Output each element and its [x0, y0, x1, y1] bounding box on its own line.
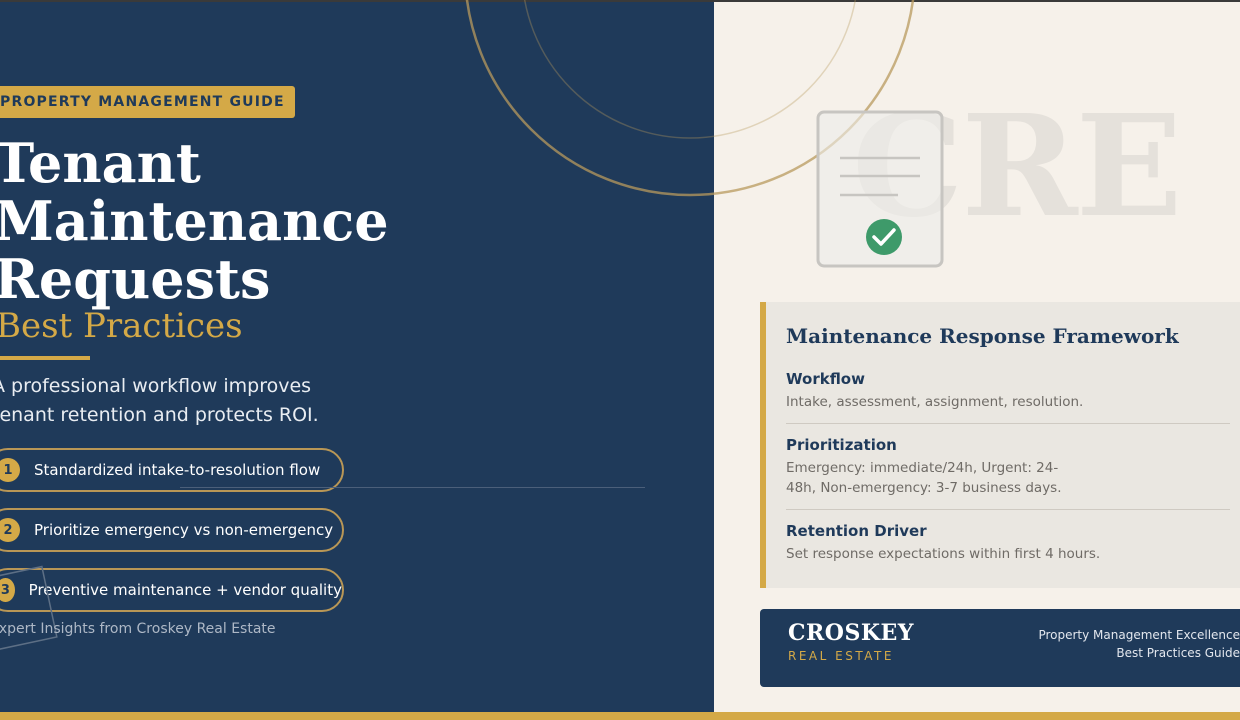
- point-number-badge: 2: [0, 518, 20, 542]
- footer-guide-label: Best Practices Guide: [1116, 646, 1240, 660]
- bottom-accent-bar: [0, 712, 1240, 720]
- decorative-square: [0, 565, 58, 651]
- hero-panel: PROPERTY MANAGEMENT GUIDE Tenant Mainten…: [0, 2, 714, 712]
- document-check-icon: [816, 110, 944, 268]
- accent-rule: [0, 356, 90, 360]
- section-heading: Workflow: [786, 370, 865, 388]
- key-point: 2 Prioritize emergency vs non-emergency: [0, 508, 344, 552]
- section-heading: Prioritization: [786, 436, 897, 454]
- section-body: Emergency: immediate/24h, Urgent: 24-48h…: [786, 460, 1062, 496]
- footer-tagline: Property Management Excellence: [1038, 628, 1240, 642]
- framework-section: Workflow Intake, assessment, assignment,…: [786, 370, 1230, 412]
- divider: [180, 487, 645, 488]
- section-divider: [786, 423, 1230, 424]
- section-body: Intake, assessment, assignment, resoluti…: [786, 394, 1084, 410]
- card-accent-bar: [760, 302, 766, 588]
- title-line: Requests: [0, 247, 271, 311]
- framework-section: Prioritization Emergency: immediate/24h,…: [786, 436, 1230, 498]
- page-subtitle: Best Practices: [0, 306, 243, 346]
- brand-footer: CROSKEY REAL ESTATE Property Management …: [760, 609, 1240, 687]
- title-line: Maintenance: [0, 189, 389, 253]
- framework-card: Maintenance Response Framework Workflow …: [760, 302, 1240, 588]
- description: A professional workflow improves tenant …: [0, 375, 319, 426]
- page-title: Tenant Maintenance Requests: [0, 134, 389, 308]
- title-line: Tenant: [0, 131, 201, 195]
- key-point: 1 Standardized intake-to-resolution flow: [0, 448, 344, 492]
- category-tag: PROPERTY MANAGEMENT GUIDE: [0, 86, 295, 118]
- section-heading: Retention Driver: [786, 522, 927, 540]
- point-text: Prioritize emergency vs non-emergency: [34, 521, 334, 539]
- brand-name: CROSKEY: [788, 620, 914, 646]
- credit-line: Expert Insights from Croskey Real Estate: [0, 621, 276, 637]
- point-number-badge: 1: [0, 458, 20, 482]
- brand-subtitle: REAL ESTATE: [788, 649, 894, 663]
- card-title: Maintenance Response Framework: [786, 324, 1179, 348]
- section-body: Set response expectations within first 4…: [786, 546, 1101, 562]
- framework-section: Retention Driver Set response expectatio…: [786, 522, 1230, 564]
- point-text: Standardized intake-to-resolution flow: [34, 461, 321, 479]
- point-text: Preventive maintenance + vendor quality: [28, 581, 342, 599]
- section-divider: [786, 509, 1230, 510]
